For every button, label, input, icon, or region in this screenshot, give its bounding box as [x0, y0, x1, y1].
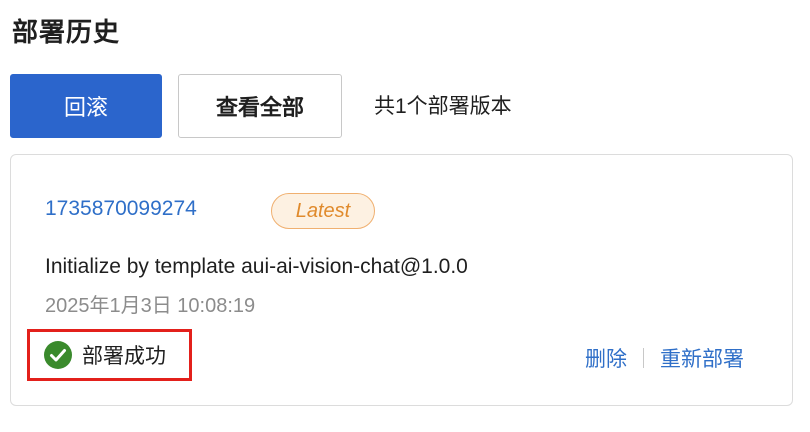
page-title: 部署历史 [12, 17, 121, 47]
view-all-button[interactable]: 查看全部 [178, 74, 342, 138]
version-count: 共1个部署版本 [374, 95, 512, 118]
check-circle-icon [44, 341, 72, 369]
redeploy-button[interactable]: 重新部署 [660, 343, 744, 373]
deployment-id-link[interactable]: 1735870099274 [45, 197, 197, 221]
status-indicator: 部署成功 [27, 329, 192, 381]
latest-badge: Latest [271, 193, 375, 229]
deployment-actions: 删除 重新部署 [585, 343, 744, 373]
deployment-time: 2025年1月3日 10:08:19 [45, 295, 256, 317]
deployment-card: 1735870099274 Latest Initialize by templ… [10, 154, 793, 406]
rollback-button[interactable]: 回滚 [10, 74, 162, 138]
deployment-message: Initialize by template aui-ai-vision-cha… [45, 255, 468, 278]
action-divider [643, 348, 644, 368]
status-label: 部署成功 [82, 345, 166, 368]
delete-button[interactable]: 删除 [585, 343, 627, 373]
